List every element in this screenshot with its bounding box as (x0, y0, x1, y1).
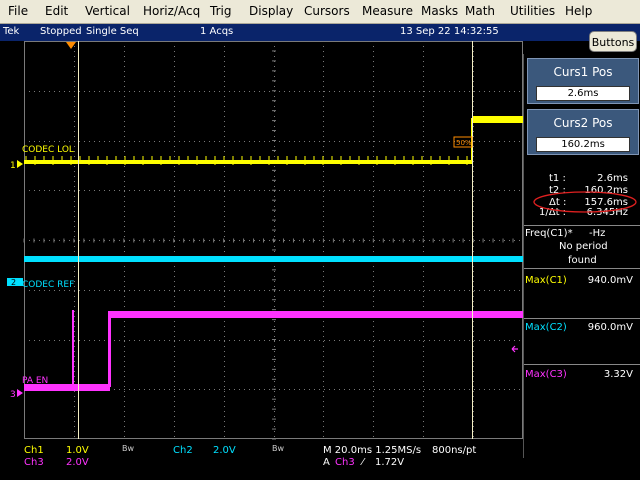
measure-divider-2 (523, 318, 640, 319)
menu-trig[interactable]: Trig (210, 4, 231, 18)
t1-label: t1 : (549, 173, 566, 184)
run-state: Stopped (40, 26, 82, 37)
status-bar: Tek Stopped Single Seq 1 Acqs 13 Sep 22 … (0, 24, 640, 41)
measure-divider-3 (523, 364, 640, 365)
menu-utilities[interactable]: Utilities (510, 4, 555, 18)
trigger-level-tag: 50% (456, 139, 472, 147)
curs2-pos-value[interactable]: 160.2ms (536, 137, 630, 152)
datetime-stamp: 13 Sep 22 14:32:55 (400, 26, 499, 37)
curs1-pos-title: Curs1 Pos (553, 65, 613, 79)
freq-c1-label[interactable]: Freq(C1)* (525, 228, 573, 239)
ch1-ground-marker[interactable]: 1 (10, 161, 16, 171)
menu-bar: File Edit Vertical Horiz/Acq Trig Displa… (0, 0, 640, 24)
right-panel: Curs1 Pos 2.6ms Curs2 Pos 160.2ms t1 : 2… (523, 54, 640, 458)
menu-display[interactable]: Display (249, 4, 293, 18)
menu-edit[interactable]: Edit (45, 4, 68, 18)
brand-label: Tek (3, 26, 20, 37)
ch3-trace-edge (108, 311, 111, 387)
ch1-trace-low (24, 160, 473, 164)
settings-bar: Ch1 1.0V Bw Ch2 2.0V Bw Ch3 2.0V M 20.0m… (0, 442, 523, 480)
trigger-source[interactable]: Ch3 (335, 457, 355, 468)
ch3-ground-arrow-icon (17, 389, 23, 397)
ch3-label: PA EN (22, 376, 48, 386)
menu-file[interactable]: File (8, 4, 28, 18)
menu-cursors[interactable]: Cursors (304, 4, 350, 18)
readout-divider (523, 225, 640, 226)
ch3-name[interactable]: Ch3 (24, 457, 44, 468)
measure-divider-1 (523, 268, 640, 269)
menu-measure[interactable]: Measure (362, 4, 413, 18)
ch2-trace (24, 256, 523, 262)
curs1-pos-value[interactable]: 2.6ms (536, 86, 630, 101)
max-c2-value: 960.0mV (587, 322, 633, 333)
t1-value: 2.6ms (597, 173, 628, 184)
freq-c1-value: -Hz (589, 228, 606, 239)
menu-masks[interactable]: Masks (421, 4, 458, 18)
curs2-pos-title: Curs2 Pos (553, 116, 613, 130)
ch2-bw-limit: Bw (272, 444, 285, 453)
ch3-offset-arrow-icon (511, 345, 518, 353)
freq-c1-note-1: No period (559, 241, 608, 252)
curs2-pos-panel[interactable]: Curs2 Pos 160.2ms (527, 109, 639, 155)
freq-c1-note-2: found (568, 255, 597, 266)
max-c1-label[interactable]: Max(C1) (525, 275, 567, 286)
curs1-pos-panel[interactable]: Curs1 Pos 2.6ms (527, 58, 639, 104)
menu-vertical[interactable]: Vertical (85, 4, 130, 18)
buttons-button[interactable]: Buttons (589, 31, 637, 52)
trigger-prefix: A (323, 457, 330, 468)
ch3-trace-high (110, 311, 523, 318)
menu-help[interactable]: Help (565, 4, 592, 18)
graticule (23, 41, 523, 440)
ch2-ground-marker: 2 (11, 278, 16, 287)
ch3-ground-marker[interactable]: 3 (10, 390, 16, 400)
ch2-scale[interactable]: 2.0V (213, 445, 236, 456)
waveform-display[interactable]: 50% CODEC LOL CODEC REF PA EN 1 2 3 (0, 41, 523, 442)
ch3-scale[interactable]: 2.0V (66, 457, 89, 468)
acquisition-mode: Single Seq (86, 26, 139, 37)
ch1-scale[interactable]: 1.0V (66, 445, 89, 456)
ch1-name[interactable]: Ch1 (24, 445, 44, 456)
timebase[interactable]: M 20.0ms 1.25MS/s (323, 445, 421, 456)
max-c2-label[interactable]: Max(C2) (525, 322, 567, 333)
panel-left-border (523, 54, 524, 458)
max-c1-value: 940.0mV (587, 275, 633, 286)
trigger-level[interactable]: 1.72V (375, 457, 404, 468)
max-c3-value: 3.32V (603, 369, 633, 380)
ch2-name[interactable]: Ch2 (173, 445, 193, 456)
menu-horiz-acq[interactable]: Horiz/Acq (143, 4, 200, 18)
ch2-label: CODEC REF (22, 280, 74, 290)
trigger-slope-icon: ⁄ (362, 457, 364, 468)
trigger-position-marker[interactable] (66, 42, 76, 49)
max-c3-label[interactable]: Max(C3) (525, 369, 567, 380)
ch1-label: CODEC LOL (22, 145, 74, 155)
acquisition-count: 1 Acqs (200, 26, 234, 37)
ch1-trace-high (473, 116, 523, 123)
ch1-bw-limit: Bw (122, 444, 135, 453)
resolution: 800ns/pt (432, 445, 477, 456)
delta-t-highlight-ellipse (533, 191, 637, 213)
ch1-ground-arrow-icon (17, 160, 23, 168)
menu-math[interactable]: Math (465, 4, 495, 18)
ch3-trace-glitch (72, 310, 74, 386)
